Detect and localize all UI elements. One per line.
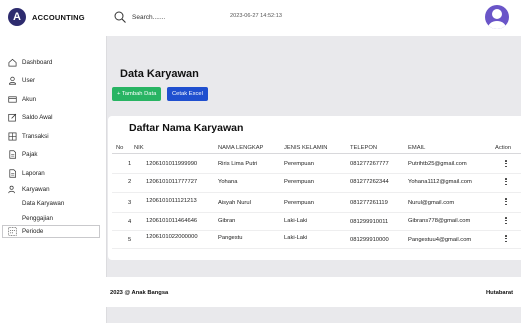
cell-nama: Yohana bbox=[218, 179, 238, 185]
cell-nik: 1206101011777727 bbox=[146, 179, 198, 185]
cell-email: Pangestuu4@gmail.com bbox=[408, 237, 472, 243]
sidebar-nav: Dashboard User Akun Saldo Awal Transaksi… bbox=[0, 53, 106, 238]
cell-jenis-kelamin: Perempuan bbox=[284, 200, 314, 206]
cell-telepon: 081277261119 bbox=[350, 200, 388, 206]
cell-nik: 1206101011121213 bbox=[146, 198, 197, 204]
cell-nama: Pangestu bbox=[218, 235, 243, 241]
cell-email: Gibrans778@gmail.com bbox=[408, 218, 471, 224]
column-header-action: Action bbox=[495, 145, 512, 151]
column-header-email: EMAIL bbox=[408, 145, 426, 151]
sidebar-item-user[interactable]: User bbox=[0, 72, 106, 91]
cell-telepon: 081299910000 bbox=[350, 237, 389, 243]
brand-logo: A bbox=[8, 8, 26, 26]
brand[interactable]: A ACCOUNTING bbox=[8, 8, 85, 26]
cell-no: 5 bbox=[128, 237, 132, 243]
cell-nik: 1206101011464646 bbox=[146, 218, 198, 224]
sidebar: A ACCOUNTING Dashboard User Akun Saldo A… bbox=[0, 0, 107, 323]
row-action-menu-icon[interactable] bbox=[505, 235, 507, 243]
column-header-nik: NIK bbox=[134, 145, 144, 151]
cell-no: 2 bbox=[128, 179, 132, 185]
sidebar-item-dashboard[interactable]: Dashboard bbox=[0, 53, 106, 72]
sidebar-item-akun[interactable]: Akun bbox=[0, 90, 106, 109]
calendar-icon bbox=[8, 226, 17, 236]
sidebar-item-pajak[interactable]: Pajak bbox=[0, 146, 106, 165]
sidebar-item-label: Transaksi bbox=[22, 132, 49, 140]
row-action-menu-icon[interactable] bbox=[505, 217, 507, 225]
row-divider bbox=[112, 212, 521, 213]
sidebar-item-laporan[interactable]: Laporan bbox=[0, 164, 106, 183]
sidebar-item-saldo-awal[interactable]: Saldo Awal bbox=[0, 109, 106, 128]
cell-email: Putrihtb25@gmail.com bbox=[408, 161, 467, 167]
sidebar-item-label: Periode bbox=[22, 227, 44, 235]
sidebar-subitem-penggajian[interactable]: Penggajian bbox=[0, 212, 106, 225]
cell-nik: 1206101022000000 bbox=[146, 234, 198, 240]
page-title: Data Karyawan bbox=[120, 68, 199, 80]
export-excel-button[interactable]: Cetak Excel bbox=[167, 87, 208, 101]
sidebar-item-transaksi[interactable]: Transaksi bbox=[0, 127, 106, 146]
footer-author: Hutabarat bbox=[486, 290, 514, 296]
cell-no: 4 bbox=[128, 219, 132, 225]
home-icon bbox=[8, 58, 17, 67]
credit-card-icon bbox=[8, 96, 17, 103]
cell-no: 3 bbox=[128, 200, 132, 206]
sidebar-item-label: Saldo Awal bbox=[22, 114, 53, 122]
user-icon bbox=[8, 76, 17, 85]
row-divider bbox=[112, 192, 521, 193]
column-header-jenis-kelamin: JENIS KELAMIN bbox=[284, 145, 328, 151]
column-header-nama: NAMA LENGKAP bbox=[218, 145, 264, 151]
sidebar-item-label: Laporan bbox=[22, 169, 45, 177]
sidebar-item-label: Akun bbox=[22, 95, 37, 103]
avatar[interactable] bbox=[483, 3, 511, 31]
cell-telepon: 081277267777 bbox=[350, 161, 389, 167]
cell-jenis-kelamin: Perempuan bbox=[284, 179, 314, 185]
cell-telepon: 081277262344 bbox=[350, 179, 389, 185]
footer: 2023 @ Anak Bangsa Hutabarat bbox=[106, 277, 521, 307]
employee-table-card: Daftar Nama Karyawan No NIK NAMA LENGKAP… bbox=[108, 116, 521, 260]
sidebar-item-karyawan[interactable]: Karyawan bbox=[0, 183, 106, 197]
row-divider bbox=[112, 230, 521, 231]
document-icon bbox=[9, 150, 17, 159]
topbar: 2023-06-27 14:52:13 bbox=[106, 0, 521, 36]
column-header-no: No bbox=[116, 145, 124, 151]
cell-nik: 1206101011999990 bbox=[146, 161, 198, 167]
document-icon bbox=[9, 169, 17, 178]
cell-email: Nurul@gmail.com bbox=[408, 200, 455, 206]
edit-icon bbox=[8, 114, 17, 122]
cell-jenis-kelamin: Perempuan bbox=[284, 161, 314, 167]
column-header-telepon: TELEPON bbox=[350, 145, 378, 151]
cell-no: 1 bbox=[128, 161, 132, 167]
row-divider bbox=[112, 173, 521, 174]
sidebar-item-label: Pajak bbox=[22, 151, 38, 159]
grid-icon bbox=[8, 132, 17, 141]
users-icon bbox=[8, 185, 15, 194]
sidebar-item-label: Dashboard bbox=[22, 58, 53, 66]
cell-telepon: 081299910011 bbox=[350, 219, 389, 225]
row-action-menu-icon[interactable] bbox=[505, 198, 507, 206]
search-input[interactable] bbox=[132, 11, 202, 23]
cell-nama: Riris Lima Putri bbox=[218, 161, 258, 167]
brand-name: ACCOUNTING bbox=[32, 12, 85, 22]
table-header-divider bbox=[112, 153, 521, 154]
cell-email: Yohana1112@gmail.com bbox=[408, 179, 472, 185]
sidebar-item-label: Karyawan bbox=[22, 186, 50, 193]
row-divider bbox=[112, 248, 521, 249]
datetime: 2023-06-27 14:52:13 bbox=[230, 13, 282, 19]
add-data-button[interactable]: + Tambah Data bbox=[112, 87, 162, 101]
table-title: Daftar Nama Karyawan bbox=[129, 122, 244, 134]
row-action-menu-icon[interactable] bbox=[505, 178, 507, 186]
sidebar-subitem-data-karyawan[interactable]: Data Karyawan bbox=[0, 197, 106, 210]
sidebar-item-label: User bbox=[22, 77, 36, 85]
sidebar-item-periode[interactable]: Periode bbox=[2, 224, 100, 238]
row-action-menu-icon[interactable] bbox=[505, 160, 507, 168]
cell-nama: Gibran bbox=[218, 218, 236, 224]
cell-jenis-kelamin: Laki-Laki bbox=[284, 218, 308, 224]
cell-jenis-kelamin: Laki-Laki bbox=[284, 235, 308, 241]
cell-nama: Aisyah Nurul bbox=[218, 200, 251, 206]
search-icon[interactable] bbox=[114, 11, 126, 23]
footer-copyright: 2023 @ Anak Bangsa bbox=[110, 290, 169, 296]
